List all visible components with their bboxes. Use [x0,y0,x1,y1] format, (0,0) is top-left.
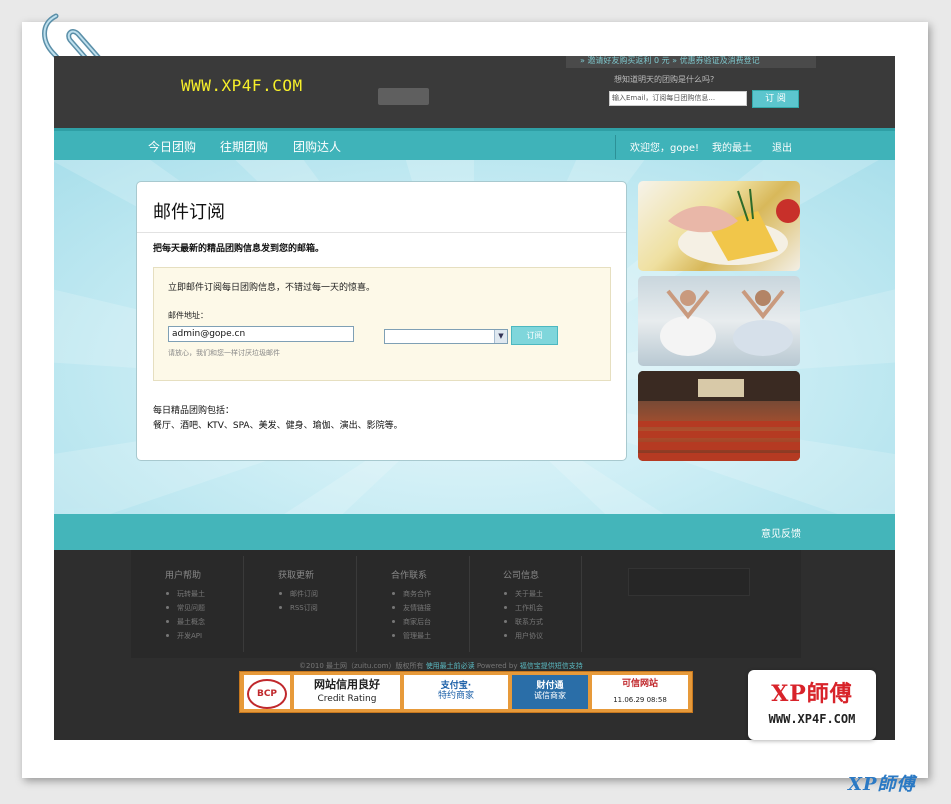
watermark-badge: XP師傅 WWW.XP4F.COM [748,670,876,740]
feedback-link[interactable]: 意见反馈 [761,525,801,540]
daily-deals-list: 餐厅、酒吧、KTV、SPA、美发、健身、瑜伽、演出、影院等。 [153,421,403,431]
welcome-text: 欢迎您，gope! [630,143,699,154]
footer-col-updates: 获取更新 邮件订阅 RSS订阅 [278,568,318,615]
footer-bar: 意见反馈 [54,514,895,550]
theater-photo[interactable] [638,371,800,461]
powered-by-text: Powered by [474,662,520,670]
footer-link[interactable]: 邮件订阅 [278,587,318,601]
title-divider [137,232,626,233]
footer-col-contact: 合作联系 商务合作 友情链接 商家后台 管理最土 [391,568,431,643]
spam-note: 请放心，我们和您一样讨厌垃圾邮件 [168,349,280,357]
daily-deals-title: 每日精品团购包括： [153,406,235,416]
alipay-badge-line2: 特约商家 [437,691,474,701]
credit-badge-line1: 网站信用良好 [314,678,380,691]
copyright-text: ©2010 最土网（zuitu.com）版权所有 [299,662,426,670]
tenpay-badge-line1: 财付通 [536,681,564,691]
footer-link[interactable]: 常见问题 [165,601,205,615]
nav-divider [615,135,616,159]
trusted-badge-line1: 可信网站 [621,679,658,689]
footer-link[interactable]: RSS订阅 [278,601,318,615]
theater-image [638,371,800,461]
footer-link[interactable]: 商家后台 [391,615,431,629]
tenpay-badge[interactable]: 财付通 诚信商家 [512,675,588,709]
food-image [668,188,800,265]
subscribe-button[interactable]: 订阅 [511,326,558,345]
nav-deal-experts[interactable]: 团购达人 [293,138,341,155]
footer-col-title: 用户帮助 [165,571,202,581]
city-select[interactable]: ▼ [384,329,508,344]
tenpay-badge-line2: 诚信商家 [534,691,566,700]
alipay-badge[interactable]: 支付宝· 特约商家 [404,675,508,709]
card-subtitle: 把每天最新的精品团购信息发到您的邮箱。 [153,244,325,254]
my-account-link[interactable]: 我的最土 [712,139,752,154]
trust-badges: BCP 网站信用良好 Credit Rating 支付宝· 特约商家 财付通 诚… [239,671,693,713]
credit-rating-badge[interactable]: 网站信用良好 Credit Rating [294,675,400,709]
header-placeholder-box [378,88,429,105]
footer-col-company: 公司信息 关于最土 工作机会 联系方式 用户协议 [503,568,543,643]
footer-link[interactable]: 友情链接 [391,601,431,615]
chevron-down-icon[interactable]: ▼ [494,330,507,343]
footer-col-title: 获取更新 [278,571,315,581]
header-subscribe-button[interactable]: 订 阅 [752,90,799,108]
footer-link[interactable]: 开发API [165,629,205,643]
logout-link[interactable]: 退出 [772,139,792,154]
footer-col-divider [581,556,582,652]
watermark-url: WWW.XP4F.COM [768,712,856,726]
copyright-line: ©2010 最土网（zuitu.com）版权所有 使用最土前必读 Powered… [299,661,583,671]
nav-today-deals[interactable]: 今日团购 [148,138,196,155]
subscribe-question: 想知道明天的团购是什么吗? [614,75,715,84]
footer-col-help: 用户帮助 玩转最土 常见问题 最土概念 开发API [165,568,205,643]
top-links-strip[interactable]: » 邀请好友购买返利 0 元 » 优惠券验证及消费登记 [566,56,816,68]
yoga-image [660,289,793,356]
subscription-card: 邮件订阅 把每天最新的精品团购信息发到您的邮箱。 立即邮件订阅每日团购信息，不错… [136,181,627,461]
email-field[interactable]: admin@gope.cn [168,326,354,342]
footer-link[interactable]: 联系方式 [503,615,543,629]
footer-link[interactable]: 管理最土 [391,629,431,643]
subscribe-form: 立即邮件订阅每日团购信息，不错过每一天的惊喜。 邮件地址： admin@gope… [153,267,611,381]
corner-watermark: XP師傅 [848,774,916,795]
form-intro: 立即邮件订阅每日团购信息，不错过每一天的惊喜。 [168,283,376,293]
footer-placeholder-box [628,568,750,596]
footer-link[interactable]: 玩转最土 [165,587,205,601]
footer-col-divider [243,556,244,652]
footer-link[interactable]: 关于最土 [503,587,543,601]
email-label: 邮件地址： [168,311,208,320]
footer-link[interactable]: 工作机会 [503,601,543,615]
footer-col-title: 公司信息 [503,571,540,581]
site-header: WWW.XP4F.COM » 邀请好友购买返利 0 元 » 优惠券验证及消费登记… [54,56,895,128]
bcp-badge[interactable]: BCP [244,675,290,709]
watermark-name: XP師傅 [771,681,853,707]
trusted-badge-date: 11.06.29 08:58 [613,696,667,704]
trusted-site-badge[interactable]: 可信网站 11.06.29 08:58 [592,675,688,709]
footer-col-title: 合作联系 [391,571,428,581]
site-logo[interactable]: WWW.XP4F.COM [181,76,303,95]
bcp-badge-text: BCP [247,679,287,709]
footer-link[interactable]: 用户协议 [503,629,543,643]
footer-links: 用户帮助 玩转最土 常见问题 最土概念 开发API 获取更新 邮件订阅 RSS订… [131,550,801,658]
alipay-badge-line1: 支付宝· [440,681,472,691]
food-photo[interactable] [638,181,800,271]
yoga-photo[interactable] [638,276,800,366]
terms-link[interactable]: 使用最土前必读 [426,662,475,670]
web-page: WWW.XP4F.COM » 邀请好友购买返利 0 元 » 优惠券验证及消费登记… [54,56,895,740]
credit-badge-line2: Credit Rating [317,694,377,704]
sms-provider-link[interactable]: 福信宝提供短信支持 [520,662,583,670]
footer-link[interactable]: 最土概念 [165,615,205,629]
header-email-input[interactable]: 输入Email，订阅每日团购信息... [609,91,747,106]
footer-link[interactable]: 商务合作 [391,587,431,601]
main-nav: 今日团购 往期团购 团购达人 欢迎您，gope! 我的最土 退出 [54,128,895,163]
page-title: 邮件订阅 [153,202,225,223]
footer-col-divider [356,556,357,652]
footer-col-divider [469,556,470,652]
nav-past-deals[interactable]: 往期团购 [220,138,268,155]
